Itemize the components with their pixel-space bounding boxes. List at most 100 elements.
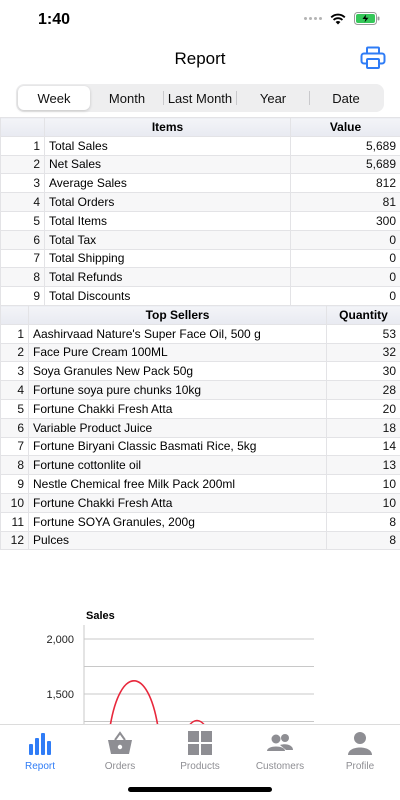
row-index: 6 [0,229,45,250]
row-value: 20 [326,398,400,419]
row-value: 5,689 [290,135,400,156]
row-index: 8 [0,267,45,288]
segment-last-month[interactable]: Last Month [164,86,236,110]
row-index: 2 [0,342,29,363]
segment-month[interactable]: Month [91,86,163,110]
row-value: 53 [326,323,400,344]
row-value: 10 [326,492,400,513]
row-label: Fortune Chakki Fresh Atta [28,398,327,419]
top-sellers-row: 9 Nestle Chemical free Milk Pack 200ml 10 [0,474,400,494]
segment-month-label: Month [108,90,146,106]
row-index: 4 [0,380,29,400]
header-value: Value [290,117,400,137]
row-value: 30 [326,361,400,382]
top-sellers-row: 2 Face Pure Cream 100ML 32 [0,342,400,363]
battery-charging-icon [354,12,380,25]
tab-report-label: Report [24,761,55,772]
row-label: Aashirvaad Nature's Super Face Oil, 500 … [28,323,327,344]
row-value: 81 [290,192,400,212]
items-table-row: 2 Net Sales 5,689 [0,154,400,175]
row-value: 8 [326,511,400,532]
row-index: 4 [0,192,45,212]
top-sellers-row: 8 Fortune cottonlite oil 13 [0,455,400,476]
row-value: 18 [326,417,400,438]
items-table: Items Value 1 Total Sales 5,689 2 Net Sales 5… [0,117,400,306]
row-label: Fortune soya pure chunks 10kg [28,380,327,400]
row-value: 0 [290,267,400,288]
row-label: Total Items [44,210,291,231]
row-index: 8 [0,455,29,476]
items-table-row: 4 Total Orders 81 [0,192,400,212]
row-index: 11 [0,511,29,532]
row-value: 28 [326,380,400,400]
row-label: Fortune Chakki Fresh Atta [28,492,327,513]
sales-chart-plot: 2,000 1,500 [46,625,314,725]
row-label: Net Sales [44,154,291,175]
row-index: 5 [0,210,45,231]
row-label: Pulces [28,530,327,551]
row-value: 13 [326,455,400,476]
top-sellers-row: 3 Soya Granules New Pack 50g 30 [0,361,400,382]
top-sellers-row: 12 Pulces 8 [0,530,400,551]
row-value: 0 [290,248,400,269]
row-value: 10 [326,474,400,494]
top-sellers-row: 6 Variable Product Juice 18 [0,417,400,438]
row-label: Total Sales [44,135,291,156]
header-spacer [0,305,29,325]
header-spacer [0,117,45,137]
sales-chart: Sales 2,000 1,500 [0,605,400,725]
tab-orders-label: Orders [104,761,136,772]
print-button[interactable] [360,46,388,72]
wifi-icon [330,13,346,24]
tab-products-label: Products [180,761,220,772]
top-sellers-row: 5 Fortune Chakki Fresh Atta 20 [0,398,400,419]
segment-year[interactable]: Year [237,86,309,110]
cellular-signal-icon [304,17,322,20]
row-label: Total Shipping [44,248,291,269]
header-top-sellers: Top Sellers [28,305,327,325]
row-label: Total Refunds [44,267,291,288]
tab-customers-label: Customers [255,761,305,772]
items-table-row: 6 Total Tax 0 [0,229,400,250]
segment-date[interactable]: Date [310,86,382,110]
row-index: 5 [0,398,29,419]
row-index: 10 [0,492,29,513]
segment-week[interactable]: Week [18,86,90,110]
top-sellers-table: Top Sellers Quantity 1 Aashirvaad Nature'… [0,305,400,551]
tab-profile-label: Profile [345,761,375,772]
bar-chart-icon [26,729,54,757]
items-table-row: 8 Total Refunds 0 [0,267,400,288]
row-value: 5,689 [290,154,400,175]
header-items: Items [44,117,291,137]
row-value: 8 [326,530,400,551]
row-index: 3 [0,173,45,194]
top-sellers-row: 11 Fortune SOYA Granules, 200g 8 [0,511,400,532]
row-index: 7 [0,436,29,457]
top-sellers-row: 10 Fortune Chakki Fresh Atta 10 [0,492,400,513]
chart-title: Sales [86,610,115,622]
people-icon [266,729,294,757]
row-value: 32 [326,342,400,363]
home-indicator [128,787,272,792]
items-table-row: 9 Total Discounts 0 [0,286,400,306]
row-label: Fortune SOYA Granules, 200g [28,511,327,532]
status-bar: 1:40 [0,0,400,40]
row-label: Average Sales [44,173,291,194]
tab-profile[interactable]: Profile [320,725,400,800]
items-table-row: 1 Total Sales 5,689 [0,135,400,156]
row-label: Total Orders [44,192,291,212]
header-quantity: Quantity [326,305,400,325]
basket-icon [106,729,134,757]
sales-series-line [109,680,159,725]
top-sellers-header: Top Sellers Quantity [0,305,400,325]
row-index: 1 [0,323,29,344]
items-table-row: 5 Total Items 300 [0,210,400,231]
row-value: 14 [326,436,400,457]
row-index: 9 [0,286,45,306]
row-label: Face Pure Cream 100ML [28,342,327,363]
segment-last-month-label: Last Month [167,90,233,106]
status-icons [304,12,380,25]
tab-report[interactable]: Report [0,725,80,800]
y-tick-label: 1,500 [46,689,74,701]
row-index: 1 [0,135,45,156]
